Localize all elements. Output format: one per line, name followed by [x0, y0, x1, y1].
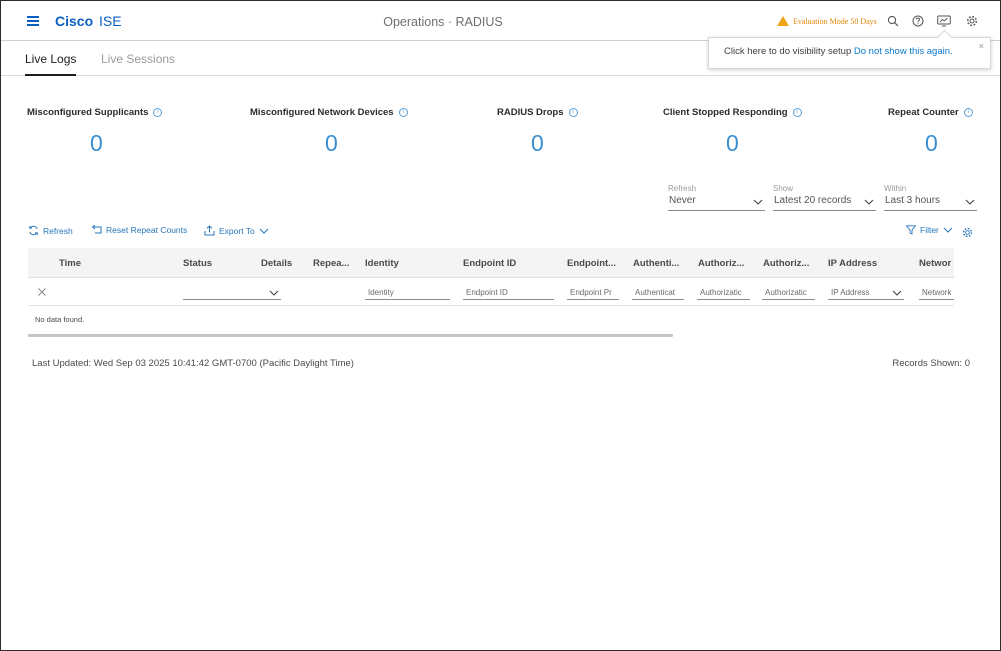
counter-label: Client Stopped Responding: [663, 107, 788, 118]
refresh-button-label: Refresh: [43, 225, 73, 236]
counter-label: RADIUS Drops: [497, 107, 564, 118]
show-value: Latest 20 records: [774, 195, 852, 206]
chevron-down-icon: [892, 290, 902, 296]
counter-label-repeat-counter: Repeat Counter i: [888, 107, 973, 118]
within-label: Within: [884, 184, 907, 193]
authorization-policy-filter-input[interactable]: Authorizatic: [697, 286, 750, 300]
table-filter-row: Identity Endpoint ID Endpoint Pr Authent…: [28, 278, 954, 306]
close-icon[interactable]: ×: [979, 41, 984, 51]
ip-address-filter-input[interactable]: IP Address: [828, 286, 904, 300]
counter-label-misconfigured-supplicants: Misconfigured Supplicants i: [27, 107, 163, 118]
counter-label-client-stopped-responding: Client Stopped Responding i: [663, 107, 802, 118]
refresh-label: Refresh: [668, 184, 697, 193]
export-button-label: Export To: [219, 225, 255, 236]
search-icon[interactable]: [887, 15, 899, 27]
tab-live-logs[interactable]: Live Logs: [25, 52, 77, 76]
authentication-filter-input[interactable]: Authenticat: [632, 286, 684, 300]
warning-icon: [777, 16, 789, 26]
visibility-setup-tooltip[interactable]: Click here to do visibility setup Do not…: [708, 37, 991, 69]
identity-filter-input[interactable]: Identity: [365, 286, 450, 300]
refresh-button[interactable]: Refresh: [28, 225, 73, 236]
evaluation-text: Evaluation Mode 50 Days: [793, 16, 877, 26]
info-icon[interactable]: i: [398, 108, 408, 117]
column-repeat[interactable]: Repea...: [313, 258, 349, 269]
counter-value-misconfigured-network-devices[interactable]: 0: [325, 130, 338, 157]
within-value: Last 3 hours: [885, 195, 941, 206]
chevron-down-icon: [753, 199, 763, 205]
reset-repeat-counts-button[interactable]: Reset Repeat Counts: [91, 225, 187, 235]
clear-icon[interactable]: [38, 288, 46, 296]
ip-address-placeholder: IP Address: [831, 288, 870, 297]
column-network[interactable]: Networ: [919, 258, 951, 269]
do-not-show-again-link[interactable]: Do not show this again.: [854, 46, 953, 57]
filter-button-label: Filter: [920, 225, 939, 235]
refresh-icon: [29, 225, 38, 236]
chevron-down-icon: [864, 199, 874, 205]
network-device-filter-input[interactable]: Network: [919, 286, 954, 300]
column-endpoint-profile[interactable]: Endpoint...: [567, 258, 616, 269]
filter-icon: [906, 225, 916, 235]
refresh-value: Never: [669, 195, 696, 206]
counter-label: Repeat Counter: [888, 107, 959, 118]
table-header: Time Status Details Repea... Identity En…: [28, 248, 954, 278]
export-icon: [204, 225, 215, 236]
status-filter-select[interactable]: [183, 286, 281, 300]
column-status[interactable]: Status: [183, 258, 212, 269]
counter-label: Misconfigured Supplicants: [27, 107, 149, 118]
tab-live-sessions[interactable]: Live Sessions: [101, 52, 175, 66]
endpoint-id-filter-input[interactable]: Endpoint ID: [463, 286, 554, 300]
authorization-profiles-filter-input[interactable]: Authorizatic: [762, 286, 815, 300]
export-to-button[interactable]: Export To: [204, 225, 273, 236]
endpoint-profile-filter-input[interactable]: Endpoint Pr: [567, 286, 619, 300]
counter-value-radius-drops[interactable]: 0: [531, 130, 544, 157]
counter-label-misconfigured-network-devices: Misconfigured Network Devices i: [250, 107, 408, 118]
show-select[interactable]: Latest 20 records: [773, 195, 876, 211]
show-label: Show: [773, 184, 794, 193]
reset-button-label: Reset Repeat Counts: [106, 225, 188, 235]
no-data-message: No data found.: [35, 315, 85, 324]
column-endpoint-id[interactable]: Endpoint ID: [463, 258, 516, 269]
page-title: Operations · RADIUS: [383, 15, 503, 29]
info-icon[interactable]: i: [963, 108, 973, 117]
help-icon[interactable]: [912, 15, 924, 27]
filter-button[interactable]: Filter: [906, 225, 957, 235]
column-authorization-policy[interactable]: Authoriz...: [698, 258, 744, 269]
app-frame: [0, 0, 1001, 651]
info-icon[interactable]: i: [792, 108, 802, 117]
chevron-down-icon: [943, 227, 953, 233]
counter-value-repeat-counter[interactable]: 0: [925, 130, 938, 157]
records-shown-text: Records Shown: 0: [892, 358, 970, 369]
reset-icon: [91, 225, 102, 234]
tooltip-text: Click here to do visibility setup: [724, 46, 852, 57]
counter-value-client-stopped-responding[interactable]: 0: [726, 130, 739, 157]
chevron-down-icon: [965, 199, 975, 205]
last-updated-text: Last Updated: Wed Sep 03 2025 10:41:42 G…: [32, 358, 354, 369]
evaluation-badge[interactable]: Evaluation Mode 50 Days: [777, 16, 877, 26]
top-header: Cisco ISE Operations · RADIUS Evaluation…: [1, 1, 1000, 41]
settings-icon[interactable]: [962, 227, 973, 238]
notification-icon[interactable]: [937, 15, 951, 27]
within-select[interactable]: Last 3 hours: [884, 195, 977, 211]
counter-label: Misconfigured Network Devices: [250, 107, 394, 118]
column-details[interactable]: Details: [261, 258, 292, 269]
gear-icon[interactable]: [966, 15, 978, 27]
column-identity[interactable]: Identity: [365, 258, 399, 269]
horizontal-scrollbar[interactable]: [28, 334, 673, 337]
column-ip-address[interactable]: IP Address: [828, 258, 877, 269]
info-icon[interactable]: i: [153, 108, 163, 117]
counter-label-radius-drops: RADIUS Drops i: [497, 107, 578, 118]
counter-value-misconfigured-supplicants[interactable]: 0: [90, 130, 103, 157]
info-icon[interactable]: i: [568, 108, 578, 117]
chevron-down-icon: [259, 228, 269, 234]
column-time[interactable]: Time: [59, 258, 81, 269]
chevron-down-icon: [269, 290, 279, 296]
column-authorization-profiles[interactable]: Authoriz...: [763, 258, 809, 269]
column-authentication[interactable]: Authenti...: [633, 258, 679, 269]
refresh-select[interactable]: Never: [668, 195, 765, 211]
